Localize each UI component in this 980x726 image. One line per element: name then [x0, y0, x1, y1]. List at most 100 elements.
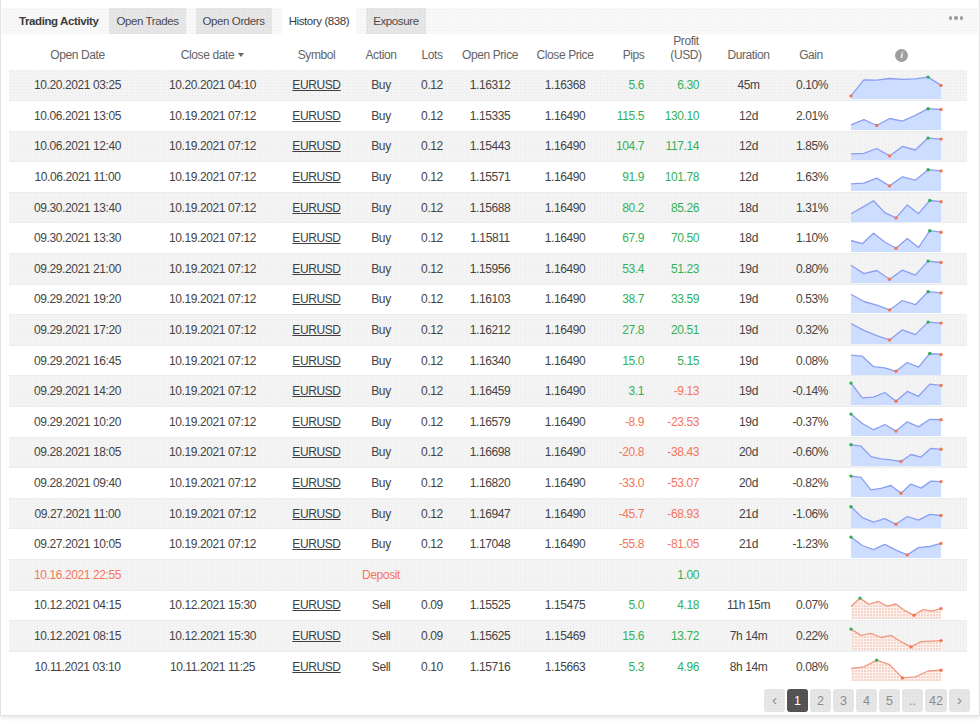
tab-exposure[interactable]: Exposure — [366, 8, 425, 34]
symbol-link[interactable]: EURUSD — [292, 109, 340, 123]
info-icon[interactable]: i — [895, 49, 908, 62]
symbol-link[interactable]: EURUSD — [292, 78, 340, 92]
cell-action: Sell — [354, 590, 408, 621]
cell-gain: 0.80% — [786, 254, 836, 285]
symbol-link[interactable]: EURUSD — [292, 292, 340, 306]
trade-row[interactable]: 09.29.2021 14:20 10.19.2021 07:12 EURUSD… — [9, 376, 967, 407]
pagination-page-42[interactable]: 42 — [925, 689, 947, 712]
col-header-lots[interactable]: Lots — [408, 34, 456, 70]
cell-open-date: 09.29.2021 19:20 — [9, 284, 146, 315]
cell-close-price: 1.16490 — [524, 529, 606, 560]
cell-pips: -45.7 — [606, 498, 661, 529]
cell-pips: 15.6 — [606, 621, 661, 652]
cell-open-date: 09.30.2021 13:40 — [9, 192, 146, 223]
cell-profit: 70.50 — [661, 223, 711, 254]
pagination-page-..[interactable]: .. — [902, 689, 923, 712]
cell-open-price: 1.16312 — [456, 70, 524, 101]
trade-row[interactable]: 10.12.2021 08:15 10.12.2021 15:30 EURUSD… — [9, 621, 967, 652]
cell-symbol: EURUSD — [279, 498, 354, 529]
cell-open-date: 09.28.2021 09:40 — [9, 468, 146, 499]
pagination-page-5[interactable]: 5 — [879, 689, 900, 712]
trade-row[interactable]: 09.27.2021 11:00 10.19.2021 07:12 EURUSD… — [9, 498, 967, 529]
symbol-link[interactable]: EURUSD — [292, 660, 340, 674]
col-header-close-date[interactable]: Close date — [146, 34, 279, 70]
col-header-profit[interactable]: Profit(USD) — [661, 34, 711, 70]
cell-profit: 20.51 — [661, 315, 711, 346]
trade-row[interactable]: 09.30.2021 13:40 10.19.2021 07:12 EURUSD… — [9, 192, 967, 223]
trade-row[interactable]: 09.29.2021 10:20 10.19.2021 07:12 EURUSD… — [9, 407, 967, 438]
cell-duration: 19d — [711, 345, 786, 376]
symbol-link[interactable]: EURUSD — [292, 629, 340, 643]
trade-row[interactable]: 09.28.2021 18:05 10.19.2021 07:12 EURUSD… — [9, 437, 967, 468]
cell-close-date: 10.20.2021 04:10 — [146, 70, 279, 101]
col-header-duration[interactable]: Duration — [711, 34, 786, 70]
col-header-pips[interactable]: Pips — [606, 34, 661, 70]
symbol-link[interactable]: EURUSD — [292, 507, 340, 521]
trade-row[interactable]: 10.11.2021 03:10 10.11.2021 11:25 EURUSD… — [9, 651, 967, 682]
cell-duration: 12d — [711, 162, 786, 193]
cell-chart — [836, 590, 967, 621]
pagination-page-2[interactable]: 2 — [810, 689, 831, 712]
cell-close-date: 10.19.2021 07:12 — [146, 223, 279, 254]
symbol-link[interactable]: EURUSD — [292, 323, 340, 337]
symbol-link[interactable]: EURUSD — [292, 384, 340, 398]
tab-history-838[interactable]: History (838) — [282, 8, 357, 34]
symbol-link[interactable]: EURUSD — [292, 415, 340, 429]
cell-open-date: 09.29.2021 16:45 — [9, 345, 146, 376]
trade-row[interactable]: 10.06.2021 11:00 10.19.2021 07:12 EURUSD… — [9, 162, 967, 193]
pagination-prev-button[interactable]: ‹ — [764, 689, 785, 712]
trade-row[interactable]: 09.29.2021 16:45 10.19.2021 07:12 EURUSD… — [9, 345, 967, 376]
cell-action: Buy — [354, 192, 408, 223]
symbol-link[interactable]: EURUSD — [292, 598, 340, 612]
col-header-gain[interactable]: Gain — [786, 34, 836, 70]
pagination-page-1[interactable]: 1 — [787, 689, 808, 712]
symbol-link[interactable]: EURUSD — [292, 537, 340, 551]
cell-pips: 15.0 — [606, 345, 661, 376]
trade-row[interactable]: 10.12.2021 04:15 10.12.2021 15:30 EURUSD… — [9, 590, 967, 621]
trade-row[interactable]: 09.27.2021 10:05 10.19.2021 07:12 EURUSD… — [9, 529, 967, 560]
cell-profit: 130.10 — [661, 101, 711, 132]
trade-row[interactable]: 09.30.2021 13:30 10.19.2021 07:12 EURUSD… — [9, 223, 967, 254]
trade-row[interactable]: 09.29.2021 19:20 10.19.2021 07:12 EURUSD… — [9, 284, 967, 315]
trade-row[interactable]: 10.20.2021 03:25 10.20.2021 04:10 EURUSD… — [9, 70, 967, 101]
cell-open-date: 09.29.2021 17:20 — [9, 315, 146, 346]
symbol-link[interactable]: EURUSD — [292, 231, 340, 245]
col-header-open-price[interactable]: Open Price — [456, 34, 524, 70]
symbol-link[interactable]: EURUSD — [292, 170, 340, 184]
trading-activity-widget: Trading Activity Open TradesOpen OrdersH… — [0, 0, 980, 726]
cell-open-date: 09.28.2021 18:05 — [9, 437, 146, 468]
cell-close-date: 10.12.2021 15:30 — [146, 590, 279, 621]
trade-row[interactable]: 10.06.2021 13:05 10.19.2021 07:12 EURUSD… — [9, 101, 967, 132]
tab-open-trades[interactable]: Open Trades — [109, 8, 185, 34]
col-header-open-date[interactable]: Open Date — [9, 34, 146, 70]
symbol-link[interactable]: EURUSD — [292, 262, 340, 276]
cell-action: Buy — [354, 101, 408, 132]
symbol-link[interactable]: EURUSD — [292, 201, 340, 215]
cell-gain: 1.63% — [786, 162, 836, 193]
col-header-symbol[interactable]: Symbol — [279, 34, 354, 70]
col-header-close-price[interactable]: Close Price — [524, 34, 606, 70]
cell-action: Buy — [354, 498, 408, 529]
pagination-next-button[interactable]: › — [949, 689, 970, 712]
cell-gain: -0.60% — [786, 437, 836, 468]
cell-profit: 117.14 — [661, 131, 711, 162]
trade-row[interactable]: 09.29.2021 21:00 10.19.2021 07:12 EURUSD… — [9, 254, 967, 285]
pagination-page-4[interactable]: 4 — [856, 689, 877, 712]
cell-chart — [836, 468, 967, 499]
trade-row[interactable]: 10.06.2021 12:40 10.19.2021 07:12 EURUSD… — [9, 131, 967, 162]
cell-symbol: EURUSD — [279, 590, 354, 621]
deposit-row[interactable]: 10.16.2021 22:55 Deposit 1.00 — [9, 560, 967, 591]
cell-profit: 4.18 — [661, 590, 711, 621]
pagination-page-3[interactable]: 3 — [833, 689, 854, 712]
symbol-link[interactable]: EURUSD — [292, 354, 340, 368]
trade-row[interactable]: 09.29.2021 17:20 10.19.2021 07:12 EURUSD… — [9, 315, 967, 346]
ellipsis-menu-icon[interactable] — [945, 11, 967, 25]
cell-gain: -0.82% — [786, 468, 836, 499]
trade-row[interactable]: 09.28.2021 09:40 10.19.2021 07:12 EURUSD… — [9, 468, 967, 499]
symbol-link[interactable]: EURUSD — [292, 139, 340, 153]
symbol-link[interactable]: EURUSD — [292, 445, 340, 459]
symbol-link[interactable]: EURUSD — [292, 476, 340, 490]
tab-open-orders[interactable]: Open Orders — [196, 8, 272, 34]
col-header-action[interactable]: Action — [354, 34, 408, 70]
cell-close-price: 1.16490 — [524, 131, 606, 162]
